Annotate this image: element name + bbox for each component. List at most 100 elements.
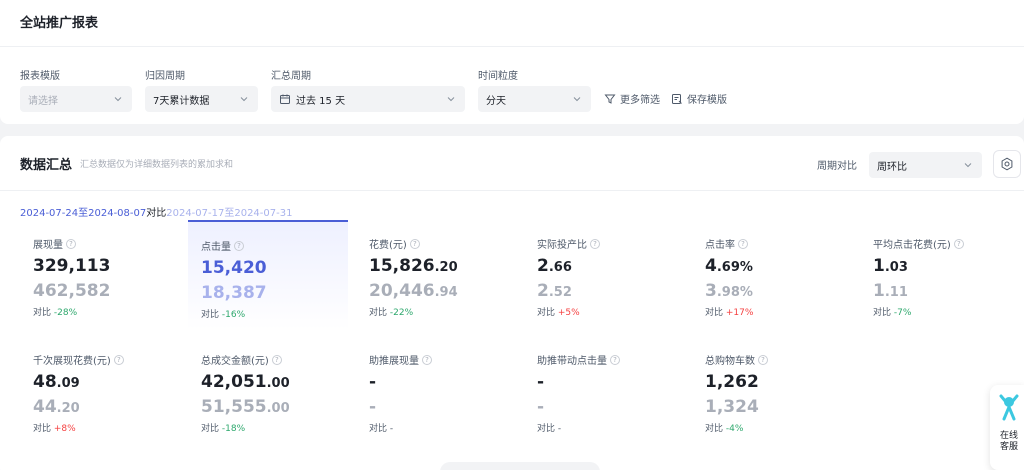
metric-value-int: - — [537, 372, 545, 392]
help-icon[interactable]: ? — [113, 354, 124, 365]
metric-prev-dec: .98% — [716, 285, 753, 300]
metric-prev-dec: .11 — [884, 285, 908, 300]
metric-change: -16% — [221, 310, 246, 320]
metric-label: 总购物车数? — [705, 352, 768, 367]
data-summary-panel: 数据汇总 汇总数据仅为详细数据列表的累加求和 周期对比 周环比 2024-07-… — [0, 136, 1024, 470]
metric-label-text: 助推带动点击量 — [537, 356, 607, 367]
metric-card[interactable]: 花费(元)? 15,826.20 20,446.94 对比 -22% — [356, 220, 516, 330]
metric-previous-value: - — [369, 397, 376, 417]
metric-value: 1.03 — [873, 256, 908, 276]
metric-compare: 对比 -16% — [201, 307, 245, 320]
more-filters-button[interactable]: 更多筛选 — [604, 91, 660, 106]
help-icon[interactable]: ? — [409, 238, 420, 249]
metric-value-int: 15,420 — [201, 258, 267, 278]
metric-previous-value: 462,582 — [33, 281, 110, 301]
metric-compare-label: 对比 — [873, 308, 892, 318]
settings-button[interactable] — [993, 150, 1021, 178]
help-icon[interactable]: ? — [66, 238, 76, 249]
help-icon[interactable]: ? — [234, 240, 244, 251]
metric-label-text: 点击量 — [201, 242, 231, 253]
section-title: 数据汇总 — [20, 158, 73, 173]
section-subtitle: 汇总数据仅为详细数据列表的累加求和 — [80, 160, 234, 170]
metric-prev-int: 2 — [537, 281, 549, 301]
help-icon[interactable]: ? — [953, 238, 964, 249]
metric-value: 1,262 — [705, 372, 759, 392]
metric-change: +5% — [557, 308, 580, 318]
attribution-select[interactable]: 7天累计数据 — [145, 86, 258, 112]
expand-button[interactable] — [440, 462, 600, 470]
calendar-icon — [280, 94, 290, 104]
metric-prev-dec: .52 — [548, 285, 572, 300]
metric-compare-label: 对比 — [33, 424, 52, 434]
help-icon[interactable]: ? — [610, 354, 620, 365]
summary-period-picker[interactable]: 过去 15 天 — [271, 86, 465, 112]
metric-label-text: 助推展现量 — [369, 356, 419, 367]
metric-card[interactable]: 总购物车数? 1,262 1,324 对比 -4% — [692, 336, 852, 446]
metric-card[interactable]: 点击率? 4.69% 3.98% 对比 +17% — [692, 220, 852, 330]
metric-value-dec: .66 — [548, 260, 572, 275]
metric-prev-int: 44 — [33, 397, 57, 417]
metric-value: 42,051.00 — [201, 372, 290, 392]
metric-previous-value: 1.11 — [873, 281, 908, 301]
metric-card[interactable]: 总成交金额(元)? 42,051.00 51,555.00 对比 -18% — [188, 336, 348, 446]
metric-compare: 对比 +8% — [33, 421, 76, 434]
divider — [0, 190, 1024, 191]
chevron-down-icon — [114, 97, 122, 102]
metric-compare-label: 对比 — [201, 424, 220, 434]
metric-change: -7% — [893, 308, 912, 318]
metric-label: 千次展现花费(元)? — [33, 352, 124, 367]
metric-value: 48.09 — [33, 372, 80, 392]
metric-card[interactable]: 实际投产比? 2.66 2.52 对比 +5% — [524, 220, 684, 330]
metric-value-int: 15,826 — [369, 256, 435, 276]
metric-card[interactable]: 展现量? 329,113 462,582 对比 -28% — [20, 220, 180, 330]
metric-label: 总成交金额(元)? — [201, 352, 282, 367]
metric-label-text: 实际投产比 — [537, 240, 587, 251]
template-label: 报表模版 — [20, 71, 60, 82]
metric-label: 平均点击花费(元)? — [873, 236, 964, 251]
metric-value-int: 1 — [873, 256, 885, 276]
granularity-select[interactable]: 分天 — [478, 86, 591, 112]
metric-compare: 对比 -18% — [201, 421, 245, 434]
metric-value: 15,420 — [201, 258, 267, 278]
metric-previous-value: 20,446.94 — [369, 281, 458, 301]
date-vs: 对比 — [146, 208, 167, 219]
help-icon[interactable]: ? — [758, 354, 768, 365]
metric-card[interactable]: 助推带动点击量? - - 对比 - — [524, 336, 684, 446]
metric-prev-int: 51,555 — [201, 397, 267, 417]
compare-select[interactable]: 周环比 — [869, 152, 982, 178]
metric-compare-label: 对比 — [537, 308, 556, 318]
metric-label-text: 平均点击花费(元) — [873, 240, 951, 251]
metric-value-dec: .03 — [884, 260, 908, 275]
template-placeholder: 请选择 — [28, 95, 58, 107]
metric-card[interactable]: 点击量? 15,420 18,387 对比 -16% — [188, 220, 348, 330]
metric-value: - — [369, 372, 376, 392]
metric-compare: 对比 -22% — [369, 305, 413, 318]
metric-prev-int: 18,387 — [201, 283, 267, 303]
metric-change: +17% — [725, 308, 754, 318]
save-template-button[interactable]: 保存模版 — [671, 91, 727, 106]
help-icon[interactable]: ? — [590, 238, 600, 249]
metric-change: -4% — [725, 424, 744, 434]
metric-card[interactable]: 平均点击花费(元)? 1.03 1.11 对比 -7% — [860, 220, 1020, 330]
metric-card[interactable]: 助推展现量? - - 对比 - — [356, 336, 516, 446]
metric-label: 展现量? — [33, 236, 76, 251]
help-icon[interactable]: ? — [738, 238, 748, 249]
help-icon[interactable]: ? — [422, 354, 432, 365]
metric-value: 2.66 — [537, 256, 572, 276]
metric-previous-value: 51,555.00 — [201, 397, 290, 417]
metric-compare: 对比 +5% — [537, 305, 580, 318]
metric-card[interactable]: 千次展现花费(元)? 48.09 44.20 对比 +8% — [20, 336, 180, 446]
help-icon[interactable]: ? — [271, 354, 282, 365]
template-select[interactable]: 请选择 — [20, 86, 132, 112]
metric-compare-label: 对比 — [33, 308, 52, 318]
customer-service-widget[interactable]: 在线客服 — [990, 385, 1024, 470]
metric-compare-label: 对比 — [537, 424, 556, 434]
metric-compare: 对比 -7% — [873, 305, 911, 318]
attribution-label: 归因周期 — [145, 71, 185, 82]
metric-label-text: 花费(元) — [369, 240, 407, 251]
metric-compare-label: 对比 — [705, 308, 724, 318]
compare-value: 周环比 — [877, 161, 907, 173]
metric-previous-value: 1,324 — [705, 397, 759, 417]
filter-panel: 全站推广报表 报表模版 请选择 归因周期 7天累计数据 汇总周期 过去 15 天… — [0, 0, 1024, 124]
date-previous: 2024-07-17至2024-07-31 — [166, 208, 293, 219]
